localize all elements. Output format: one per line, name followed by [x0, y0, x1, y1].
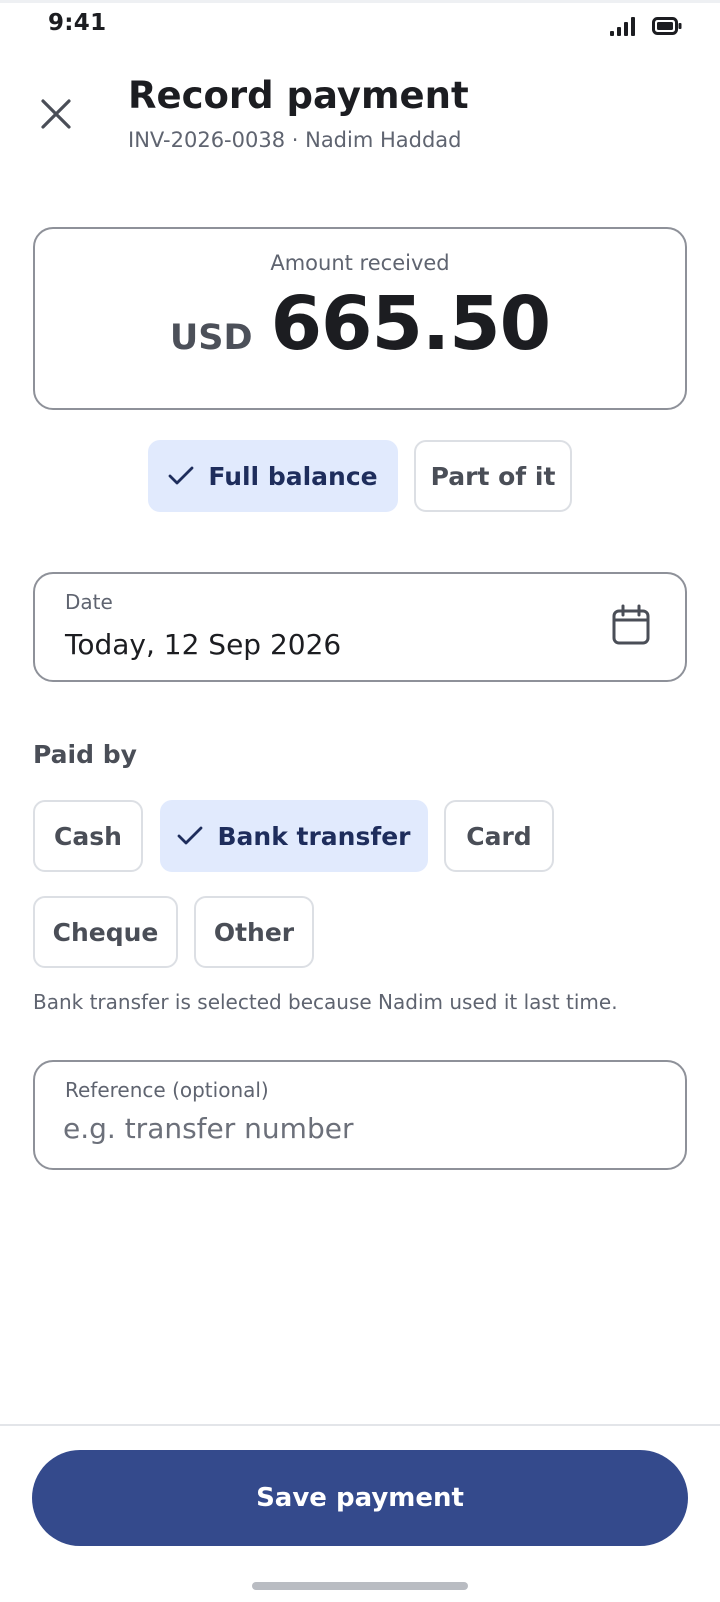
status-icons	[610, 16, 682, 36]
part-of-it-chip[interactable]: Part of it	[414, 440, 572, 512]
date-label: Date	[65, 590, 113, 614]
paid-by-label: Paid by	[33, 740, 137, 769]
full-balance-label: Full balance	[208, 461, 378, 491]
close-button[interactable]	[34, 92, 78, 136]
part-of-it-label: Part of it	[430, 461, 556, 491]
payment-method-label: Cheque	[52, 917, 159, 947]
check-icon	[178, 826, 203, 845]
amount-label: Amount received	[270, 251, 450, 275]
date-value: Today, 12 Sep 2026	[65, 628, 342, 661]
payment-method-card[interactable]: Card	[444, 800, 554, 872]
payment-method-label: Bank transfer	[217, 821, 411, 851]
record-payment-screen: 9:41 Record payment INV-2026-0038 · Nadi…	[0, 0, 720, 1602]
amount-currency: USD	[169, 318, 253, 358]
calendar-icon[interactable]	[611, 604, 651, 646]
amount-value[interactable]: 665.50	[271, 281, 552, 367]
reference-field[interactable]: Reference (optional)	[33, 1060, 687, 1170]
date-field[interactable]: Date Today, 12 Sep 2026	[33, 572, 687, 682]
payment-method-hint: Bank transfer is selected because Nadim …	[33, 990, 618, 1014]
top-edge	[0, 0, 720, 3]
cellular-signal-icon	[610, 16, 636, 36]
battery-icon	[652, 16, 682, 36]
close-icon	[41, 99, 71, 129]
payment-method-bank-transfer[interactable]: Bank transfer	[160, 800, 428, 872]
payment-method-label: Cash	[54, 821, 122, 851]
payment-method-label: Card	[466, 821, 532, 851]
amount-card[interactable]: Amount received USD 665.50	[33, 227, 687, 410]
status-time: 9:41	[48, 10, 107, 36]
payment-method-label: Other	[213, 917, 295, 947]
reference-label: Reference (optional)	[65, 1078, 269, 1102]
payment-method-cheque[interactable]: Cheque	[33, 896, 178, 968]
footer-divider	[0, 1424, 720, 1426]
payment-method-other[interactable]: Other	[194, 896, 314, 968]
reference-input[interactable]	[63, 1112, 653, 1145]
page-title: Record payment	[128, 74, 469, 117]
amount-row: USD 665.50	[35, 281, 685, 367]
save-payment-button[interactable]: Save payment	[32, 1450, 688, 1546]
payment-method-cash[interactable]: Cash	[33, 800, 143, 872]
home-indicator[interactable]	[252, 1582, 468, 1590]
check-icon	[168, 466, 194, 485]
invoice-subtitle: INV-2026-0038 · Nadim Haddad	[128, 128, 462, 152]
full-balance-chip[interactable]: Full balance	[148, 440, 398, 512]
